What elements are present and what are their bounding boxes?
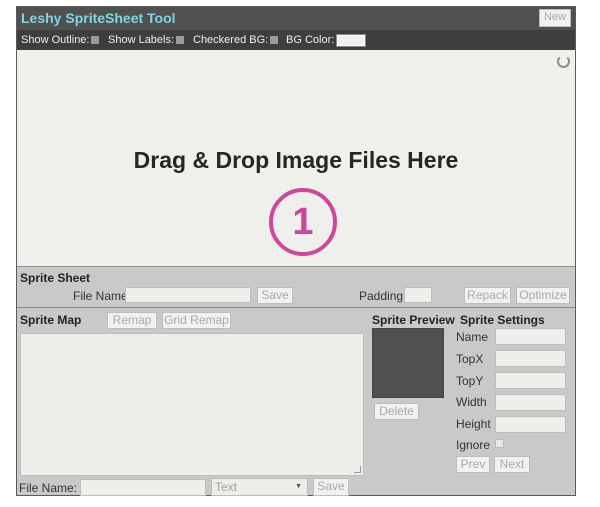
delete-button[interactable]: Delete: [374, 403, 419, 420]
topx-input[interactable]: [495, 350, 566, 367]
map-file-name-label: File Name:: [19, 481, 78, 495]
topx-label: TopX: [456, 352, 484, 366]
ignore-label: Ignore: [456, 438, 491, 452]
bg-color-option: BG Color:: [286, 33, 367, 47]
map-file-name-input[interactable]: [80, 479, 206, 496]
sheet-save-button[interactable]: Save: [257, 287, 293, 304]
show-outline-label: Show Outline:: [21, 34, 90, 46]
sprite-map-title: Sprite Map: [20, 313, 82, 327]
repack-button[interactable]: Repack: [464, 287, 511, 304]
sprite-map-textarea[interactable]: [20, 333, 364, 476]
grid-remap-button[interactable]: Grid Remap: [162, 312, 231, 329]
sprite-sheet-panel: Sprite Sheet File Name: Save Padding: Re…: [17, 267, 575, 308]
checkered-bg-label: Checkered BG:: [193, 34, 269, 46]
sprite-sheet-title: Sprite Sheet: [20, 271, 91, 285]
refresh-icon[interactable]: [557, 55, 570, 68]
width-input[interactable]: [495, 394, 566, 411]
drop-zone-text: Drag & Drop Image Files Here: [133, 147, 459, 173]
step-number-badge: 1: [269, 188, 337, 256]
show-outline-checkbox[interactable]: [91, 36, 100, 45]
checkered-bg-option: Checkered BG:: [193, 34, 279, 46]
bg-color-label: BG Color:: [286, 34, 335, 46]
name-label: Name: [456, 330, 489, 344]
sprite-preview-title: Sprite Preview: [372, 313, 455, 327]
optimize-button[interactable]: Optimize: [516, 287, 570, 304]
show-labels-option: Show Labels:: [108, 34, 185, 46]
chevron-down-icon: ▼: [295, 483, 302, 490]
resize-handle[interactable]: [354, 466, 361, 473]
show-labels-checkbox[interactable]: [176, 36, 185, 45]
topy-input[interactable]: [495, 372, 566, 389]
padding-label: Padding:: [359, 289, 407, 303]
sheet-file-name-input[interactable]: [125, 287, 251, 303]
app-title: Leshy SpriteSheet Tool: [21, 10, 176, 26]
drop-zone[interactable]: Drag & Drop Image Files Here 1: [17, 50, 575, 267]
app-window: Leshy SpriteSheet Tool New Show Outline:…: [16, 6, 576, 496]
sprite-settings-title: Sprite Settings: [460, 313, 545, 327]
options-bar: Show Outline: Show Labels: Checkered BG:…: [17, 30, 575, 50]
topy-label: TopY: [456, 374, 484, 388]
sheet-file-name-label: File Name:: [73, 289, 132, 303]
sprite-preview-box: [372, 328, 444, 398]
width-label: Width: [456, 395, 487, 409]
checkered-bg-checkbox[interactable]: [270, 36, 279, 45]
new-button[interactable]: New: [539, 9, 571, 27]
show-labels-label: Show Labels:: [108, 34, 175, 46]
title-bar: Leshy SpriteSheet Tool New: [17, 7, 575, 30]
format-select-value: Text: [215, 480, 238, 494]
remap-button[interactable]: Remap: [107, 312, 157, 329]
map-save-button[interactable]: Save: [313, 478, 349, 496]
format-select[interactable]: Text ▼: [211, 478, 308, 496]
bg-color-swatch[interactable]: [336, 33, 367, 47]
height-input[interactable]: [495, 416, 566, 433]
ignore-checkbox[interactable]: [495, 439, 504, 448]
sprite-editor-panel: Sprite Map Remap Grid Remap File Name: T…: [17, 308, 575, 496]
name-input[interactable]: [495, 328, 566, 345]
prev-button[interactable]: Prev: [456, 456, 490, 473]
padding-input[interactable]: [404, 287, 432, 303]
show-outline-option: Show Outline:: [21, 34, 100, 46]
next-button[interactable]: Next: [494, 456, 530, 473]
height-label: Height: [456, 417, 491, 431]
